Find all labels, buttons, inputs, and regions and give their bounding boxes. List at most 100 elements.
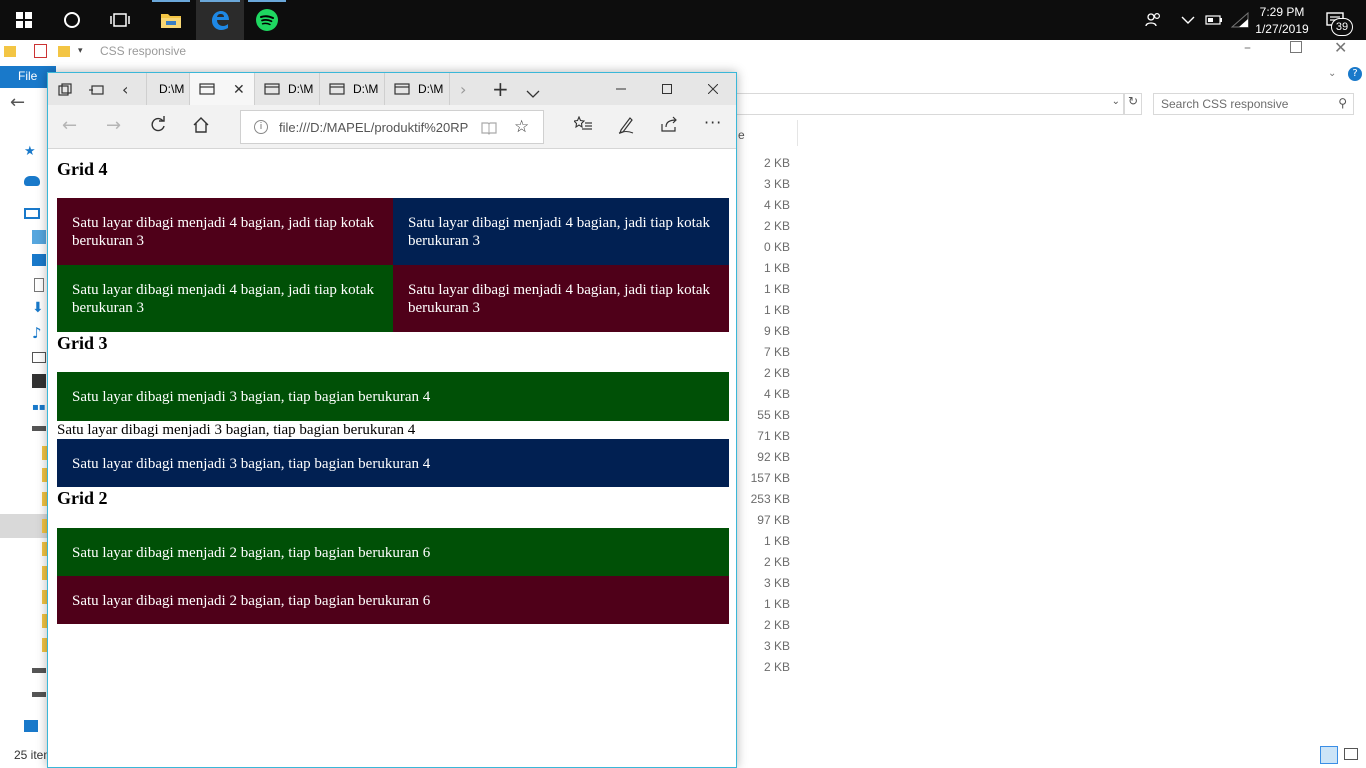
action-center-button[interactable]: 39 (1318, 0, 1358, 40)
size-column-header[interactable]: e (738, 128, 745, 142)
tab-preview-icon[interactable] (88, 82, 104, 96)
file-size-cell: 2 KB (763, 156, 790, 170)
file-size-cell: 7 KB (763, 345, 790, 359)
desktop-icon[interactable] (32, 254, 46, 266)
file-size-cell: 2 KB (763, 618, 790, 632)
clock[interactable]: 7:29 PM 1/27/2019 (1252, 0, 1312, 40)
back-arrow-icon[interactable]: ← (10, 92, 25, 113)
file-size-cell: 1 KB (763, 282, 790, 296)
properties-icon[interactable] (34, 44, 47, 58)
tab-label: D:\M (353, 82, 379, 96)
page-content: Grid 4 Satu layar dibagi menjadi 4 bagia… (48, 150, 736, 767)
documents-icon[interactable] (34, 278, 44, 292)
minimize-button[interactable] (598, 73, 644, 105)
drive-icon[interactable] (32, 426, 46, 431)
grid3-box-1: Satu layar dibagi menjadi 3 bagian, tiap… (57, 372, 729, 421)
task-view-button[interactable] (96, 0, 144, 40)
home-icon[interactable] (193, 117, 209, 137)
windows-drive-icon[interactable]: ▪▪ (32, 402, 48, 416)
customize-quick-access-icon[interactable]: ▾ (78, 46, 86, 56)
expand-ribbon-icon[interactable]: ⌄ (1328, 68, 1336, 79)
battery-icon (1205, 15, 1222, 25)
tab-label: D:\M (418, 82, 444, 96)
tab-label: D:\M (159, 82, 185, 96)
scroll-tabs-left-icon[interactable]: ‹ (122, 80, 128, 99)
explorer-close-icon[interactable]: ✕ (1334, 38, 1347, 57)
grid3-box-2: Satu layar dibagi menjadi 3 bagian, tiap… (57, 422, 416, 438)
clock-date: 1/27/2019 (1255, 21, 1309, 36)
taskbar-edge[interactable] (196, 0, 244, 40)
tab-label: D:\M (288, 82, 314, 96)
column-divider (797, 120, 798, 146)
taskbar-spotify[interactable] (244, 0, 290, 40)
selected-nav-item[interactable] (0, 514, 48, 538)
show-hidden-icons-button[interactable] (1176, 0, 1200, 40)
favorite-star-icon[interactable]: ☆ (514, 117, 529, 137)
explorer-title: CSS responsive (100, 44, 187, 58)
start-button[interactable] (0, 0, 48, 40)
large-icons-view-icon[interactable] (1344, 748, 1358, 760)
share-icon[interactable] (661, 116, 679, 136)
explorer-search-box[interactable]: Search CSS responsive ⚲ (1153, 93, 1354, 115)
tab-1[interactable]: D:\M (146, 73, 190, 105)
battery-button[interactable] (1202, 0, 1226, 40)
tab-close-icon[interactable]: ✕ (233, 81, 245, 98)
site-info-icon[interactable]: i (254, 120, 268, 134)
tab-5[interactable]: D:\M (385, 73, 450, 105)
help-icon[interactable]: ? (1348, 67, 1362, 81)
grid4-heading: Grid 4 (57, 159, 108, 179)
address-dropdown-icon[interactable]: ⌄ (1112, 96, 1120, 107)
close-button[interactable] (690, 73, 736, 105)
cortana-button[interactable] (48, 0, 96, 40)
explorer-minimize-icon[interactable]: – (1244, 40, 1258, 56)
reading-view-icon[interactable] (481, 120, 497, 139)
onedrive-cloud-icon[interactable] (24, 176, 40, 186)
scroll-tabs-right-icon[interactable]: › (460, 80, 466, 99)
3d-objects-icon[interactable] (32, 230, 46, 244)
file-size-cell: 4 KB (763, 387, 790, 401)
file-size-cell: 4 KB (763, 198, 790, 212)
this-pc-icon[interactable] (24, 208, 40, 219)
tab-page-icon (329, 83, 345, 95)
refresh-button[interactable]: ↻ (1124, 93, 1142, 115)
add-notes-pen-icon[interactable] (618, 116, 634, 138)
quick-access-star-icon[interactable]: ★ (24, 144, 40, 159)
file-size-cell: 1 KB (763, 261, 790, 275)
address-bar[interactable]: i file:///D:/MAPEL/produktif%20RP ☆ (240, 110, 544, 144)
notification-badge: 39 (1331, 18, 1353, 36)
tab-4[interactable]: D:\M (320, 73, 385, 105)
music-note-icon[interactable]: ♪ (32, 324, 48, 342)
url-text: file:///D:/MAPEL/produktif%20RP (279, 120, 469, 135)
videos-icon[interactable] (32, 374, 46, 388)
drive-icon[interactable] (32, 668, 46, 673)
new-tab-plus-icon[interactable]: + (492, 77, 509, 101)
network-button[interactable] (1228, 0, 1252, 40)
set-tabs-aside-icon[interactable] (58, 82, 72, 96)
people-button[interactable] (1140, 0, 1168, 40)
tab-3[interactable]: D:\M (255, 73, 320, 105)
maximize-button[interactable] (644, 73, 690, 105)
back-arrow-icon[interactable]: ← (62, 115, 77, 136)
explorer-address-bar[interactable]: ⌄ (736, 93, 1124, 115)
grid4-box-3: Satu layar dibagi menjadi 4 bagian, jadi… (57, 265, 393, 332)
favorites-hub-icon[interactable] (572, 115, 592, 136)
pictures-icon[interactable] (32, 352, 46, 363)
tab-active[interactable]: ✕ (190, 73, 255, 105)
file-size-cell: 2 KB (763, 555, 790, 569)
grid4-box-1: Satu layar dibagi menjadi 4 bagian, jadi… (57, 198, 393, 265)
explorer-restore-icon[interactable] (1290, 41, 1302, 53)
more-options-icon[interactable]: ··· (704, 113, 722, 132)
downloads-arrow-icon[interactable]: ⬇ (32, 300, 48, 316)
file-size-cell: 92 KB (757, 450, 790, 464)
details-view-icon[interactable] (1320, 746, 1338, 764)
edge-browser-window: ‹ D:\M ✕ D:\M D:\M D:\M › + ← → i file:/… (47, 72, 737, 768)
taskbar-file-explorer[interactable] (148, 0, 194, 40)
forward-arrow-icon[interactable]: → (106, 115, 121, 136)
edge-toolbar: ← → i file:///D:/MAPEL/produktif%20RP ☆ … (48, 105, 736, 149)
network-icon[interactable] (24, 720, 38, 732)
new-folder-icon[interactable] (58, 46, 70, 57)
tab-list-chevron-icon[interactable] (526, 83, 540, 102)
refresh-icon[interactable] (149, 116, 167, 138)
drive-icon[interactable] (32, 692, 46, 697)
grid4-box-2: Satu layar dibagi menjadi 4 bagian, jadi… (393, 198, 729, 265)
